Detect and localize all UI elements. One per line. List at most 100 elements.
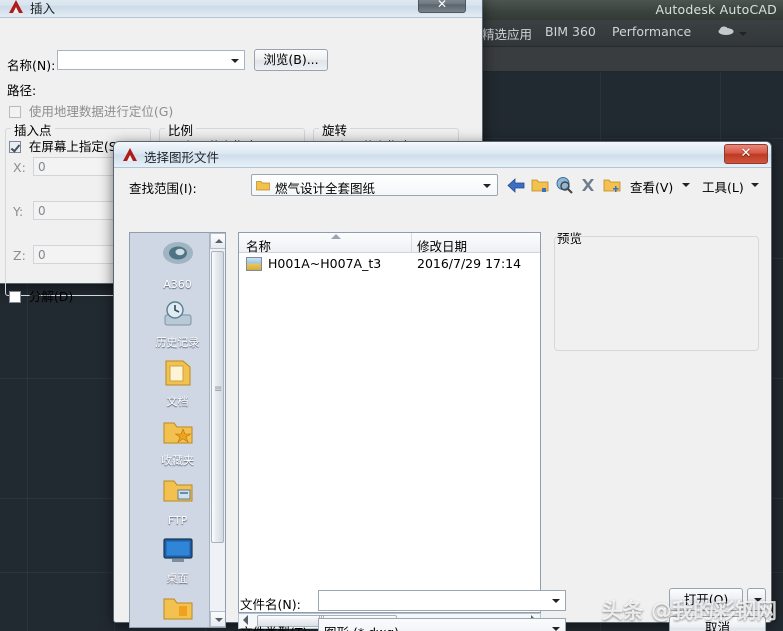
place-label-desktop: 桌面	[166, 572, 189, 585]
file-name-label: 文件名(N):	[240, 597, 301, 612]
file-date-cell: 2016/7/29 17:14	[417, 256, 522, 271]
new-folder-icon[interactable]	[602, 175, 622, 195]
insert-path-label: 路径:	[7, 83, 37, 98]
place-item-folder[interactable]	[139, 590, 217, 627]
sort-ascending-icon	[331, 234, 341, 239]
chevron-down-icon[interactable]	[231, 59, 239, 63]
look-in-label: 查找范围(I):	[129, 181, 197, 196]
file-name-cell[interactable]: H001A~H007A_t3	[268, 256, 381, 271]
ribbon-tab-bim360[interactable]: BIM 360	[545, 24, 596, 39]
geo-data-checkbox[interactable]: 使用地理数据进行定位(G)	[9, 101, 173, 120]
places-scroll-up-button[interactable]	[210, 233, 225, 249]
insert-x-label: X:	[13, 160, 26, 175]
view-menu[interactable]: 查看(V)	[630, 177, 673, 196]
file-dialog-title: 选择图形文件	[144, 150, 220, 165]
chevron-down-icon[interactable]	[483, 184, 491, 188]
back-arrow-icon[interactable]	[506, 175, 526, 195]
history-icon	[164, 301, 191, 326]
insert-name-label: 名称(N):	[7, 58, 56, 73]
file-dialog-close-button[interactable]: ✕	[724, 144, 768, 164]
open-dropdown-button[interactable]	[747, 588, 766, 611]
explode-checkbox-label: 分解(D)	[28, 289, 74, 304]
place-item-favorites[interactable]: 收藏夹	[139, 413, 217, 469]
file-list[interactable]: 名称 修改日期 H001A~H007A_t3 2016/7/29 17:14	[238, 232, 541, 613]
new-folder-icon-svg	[603, 179, 621, 192]
autocad-logo-icon	[9, 0, 23, 13]
up-one-level-icon[interactable]	[530, 175, 550, 195]
documents-icon	[165, 360, 190, 386]
place-item-documents[interactable]: 文档	[139, 354, 217, 410]
desktop-icon	[162, 538, 193, 562]
folder-icon-svg	[256, 181, 270, 191]
favorites-icon	[163, 422, 192, 444]
cancel-button[interactable]: 取消	[669, 616, 766, 631]
explode-checkbox[interactable]: 分解(D)	[9, 286, 73, 305]
back-arrow-icon-svg	[507, 178, 525, 193]
select-drawing-file-dialog[interactable]: 选择图形文件 ✕ 查找范围(I): 燃气设计全套图纸 查看(V) 工具(L) A…	[113, 141, 772, 631]
delete-icon-svg	[582, 179, 594, 191]
look-in-combo[interactable]: 燃气设计全套图纸	[251, 174, 498, 196]
insert-name-combo[interactable]	[57, 50, 245, 70]
insertion-point-onscreen-checkbox[interactable]: 在屏幕上指定(S)	[9, 136, 122, 155]
place-item-ftp[interactable]: FTP	[139, 472, 217, 528]
browse-button[interactable]: 浏览(B)...	[254, 49, 328, 71]
insert-y-label: Y:	[13, 204, 24, 219]
chevron-down-icon[interactable]	[754, 598, 762, 602]
places-bar[interactable]: A360 历史记录 文档 收藏夹 FTP 桌面 ≡	[129, 232, 226, 628]
geo-data-checkbox-label: 使用地理数据进行定位(G)	[28, 104, 174, 119]
file-type-combo[interactable]: 图形 (*.dwg)	[318, 618, 566, 631]
file-list-row[interactable]: H001A~H007A_t3 2016/7/29 17:14	[239, 253, 540, 275]
geo-data-checkbox-box[interactable]	[9, 106, 21, 118]
file-list-header[interactable]: 名称 修改日期	[239, 233, 540, 254]
place-item-history[interactable]: 历史记录	[139, 295, 217, 351]
insert-dialog-close-button[interactable]: ✕	[418, 0, 466, 13]
a360-icon	[162, 242, 193, 264]
chevron-down-icon[interactable]	[552, 599, 560, 603]
up-one-level-icon-svg	[531, 179, 549, 192]
ribbon-tab-performance[interactable]: Performance	[612, 24, 691, 39]
cloud-icon[interactable]	[718, 25, 734, 39]
caret-down-icon	[215, 618, 223, 622]
place-label-history: 历史记录	[155, 336, 200, 349]
insertion-point-onscreen-label: 在屏幕上指定(S)	[28, 139, 122, 154]
file-type-value: 图形 (*.dwg)	[324, 622, 399, 631]
insert-z-label: Z:	[13, 248, 26, 263]
autocad-window-title: Autodesk AutoCAD	[655, 2, 777, 17]
ribbon-tab-featured-apps[interactable]: 精选应用	[482, 24, 532, 43]
autocad-logo-icon	[123, 148, 137, 161]
place-item-a360[interactable]: A360	[139, 236, 217, 292]
place-label-documents: 文档	[166, 395, 189, 408]
tools-menu[interactable]: 工具(L)	[702, 177, 744, 196]
place-label-ftp: FTP	[167, 514, 188, 527]
view-menu-arrow-icon[interactable]	[682, 183, 690, 187]
place-label-a360: A360	[163, 278, 192, 291]
search-web-icon-svg	[556, 177, 573, 194]
file-dialog-titlebar[interactable]: 选择图形文件 ✕	[114, 142, 771, 168]
caret-up-icon	[215, 239, 223, 243]
dwg-file-icon	[246, 257, 262, 271]
open-button[interactable]: 打开(O)	[669, 588, 743, 611]
places-scrollbar-thumb[interactable]	[211, 251, 224, 543]
chevron-down-icon[interactable]	[552, 627, 560, 631]
places-scrollbar[interactable]	[209, 233, 225, 627]
ftp-icon	[163, 480, 192, 502]
folder-icon	[163, 598, 192, 620]
preview-panel	[554, 236, 759, 351]
place-item-desktop[interactable]: 桌面	[139, 531, 217, 587]
column-separator[interactable]	[411, 233, 412, 252]
search-web-icon[interactable]	[554, 175, 574, 195]
places-scroll-down-button[interactable]	[210, 611, 225, 627]
tools-menu-arrow-icon[interactable]	[751, 183, 759, 187]
file-dialog-body: 查找范围(I): 燃气设计全套图纸 查看(V) 工具(L) A360 历史记录 …	[118, 170, 767, 631]
explode-checkbox-box[interactable]	[9, 291, 21, 303]
file-name-input[interactable]	[318, 590, 566, 611]
cloud-dropdown-arrow-icon[interactable]	[739, 32, 747, 36]
place-label-favorites: 收藏夹	[161, 454, 194, 467]
folder-icon	[256, 179, 270, 191]
insert-dialog-title: 插入	[30, 1, 56, 16]
insertion-point-onscreen-box[interactable]	[9, 141, 21, 153]
cloud-icon-svg	[718, 26, 734, 35]
insert-dialog-titlebar[interactable]: 插入 ✕	[0, 0, 482, 18]
delete-icon[interactable]	[578, 175, 598, 195]
look-in-value: 燃气设计全套图纸	[275, 181, 376, 196]
